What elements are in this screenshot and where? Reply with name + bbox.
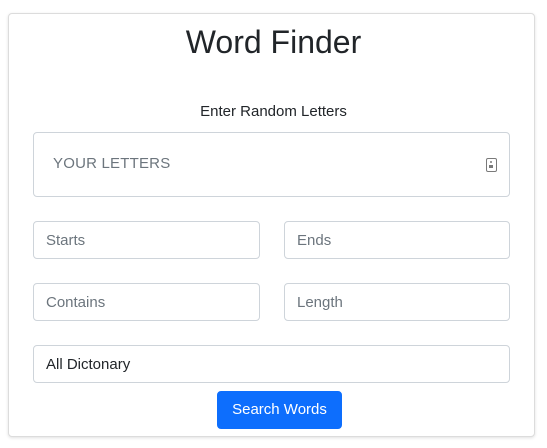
ends-input[interactable]: Ends xyxy=(284,221,510,259)
length-input[interactable]: Length xyxy=(284,283,510,321)
dictionary-select[interactable]: All Dictonary xyxy=(33,345,510,383)
letters-label: Enter Random Letters xyxy=(200,103,347,120)
contains-input[interactable]: Contains xyxy=(33,283,260,321)
ends-input-placeholder: Ends xyxy=(297,232,332,249)
letters-input-placeholder: YOUR LETTERS xyxy=(53,155,171,172)
length-input-placeholder: Length xyxy=(297,294,343,311)
letters-input[interactable]: YOUR LETTERS xyxy=(33,132,510,197)
starts-input-placeholder: Starts xyxy=(46,232,86,249)
search-words-button[interactable]: Search Words xyxy=(217,391,342,429)
contact-card-icon xyxy=(486,158,497,172)
dictionary-select-value: All Dictonary xyxy=(46,356,131,373)
starts-input[interactable]: Starts xyxy=(33,221,260,259)
page-title: Word Finder xyxy=(185,24,362,60)
contains-input-placeholder: Contains xyxy=(46,294,106,311)
